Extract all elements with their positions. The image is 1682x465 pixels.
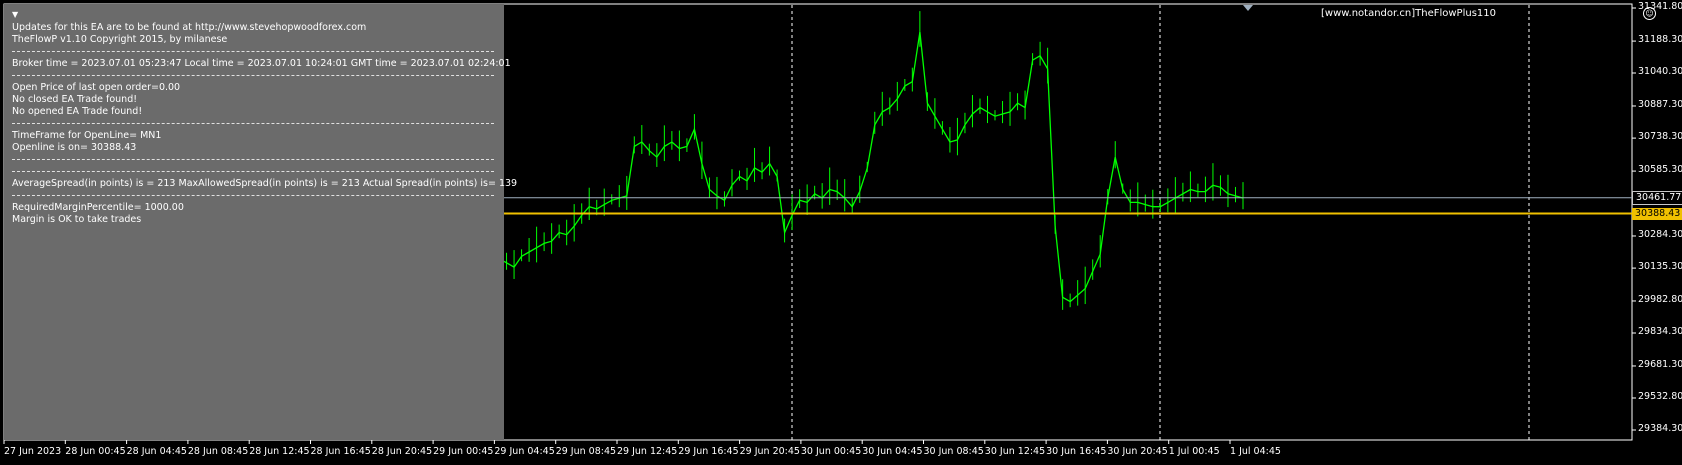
time-label: 28 Jun 12:45: [249, 446, 310, 457]
info-separator: [12, 171, 494, 172]
time-label: 1 Jul 04:45: [1230, 446, 1281, 457]
time-label: 27 Jun 2023: [4, 446, 62, 457]
chart-window[interactable]: ▼ Updates for this EA are to be found at…: [0, 0, 1682, 465]
time-label: 28 Jun 00:45: [65, 446, 126, 457]
time-label: 28 Jun 04:45: [126, 446, 187, 457]
price-label: 29681.30: [1638, 358, 1682, 370]
info-separator: [12, 75, 494, 76]
info-line-updates: Updates for this EA are to be found at h…: [12, 22, 367, 33]
time-label: 29 Jun 20:45: [739, 446, 800, 457]
price-label: 30135.30: [1638, 261, 1682, 273]
info-separator: [12, 123, 494, 124]
info-line-spread: AverageSpread(in points) is = 213 MaxAll…: [12, 178, 518, 189]
time-label: 30 Jun 00:45: [800, 446, 862, 457]
time-label: 29 Jun 08:45: [555, 446, 617, 457]
info-line-closed-trade: No closed EA Trade found!: [12, 94, 138, 105]
time-label: 30 Jun 20:45: [1107, 446, 1168, 457]
time-label: 28 Jun 20:45: [371, 446, 433, 457]
info-line-open-price: Open Price of last open order=0.00: [12, 82, 181, 93]
time-label: 29 Jun 12:45: [617, 446, 678, 457]
info-line-margin-ok: Margin is OK to take trades: [12, 214, 142, 225]
time-label: 1 Jul 00:45: [1168, 446, 1220, 457]
time-label: 29 Jun 00:45: [433, 446, 494, 457]
info-line-opened-trade: No opened EA Trade found!: [12, 106, 143, 117]
info-line-timeframe: TimeFrame for OpenLine= MN1: [12, 130, 162, 141]
time-label: 30 Jun 04:45: [862, 446, 923, 457]
time-label: 30 Jun 12:45: [984, 446, 1046, 457]
price-label: 29532.80: [1638, 390, 1682, 402]
bid-price-tag: 30461.77: [1632, 190, 1682, 205]
info-separator: [12, 51, 494, 52]
info-line-version: TheFlowP v1.10 Copyright 2015, by milane…: [12, 34, 228, 45]
collapse-arrow-icon[interactable]: ▼: [12, 10, 18, 19]
info-line-margin-percentile: RequiredMarginPercentile= 1000.00: [12, 202, 184, 213]
price-label: 29834.30: [1638, 325, 1682, 337]
info-line-times: Broker time = 2023.07.01 05:23:47 Local …: [12, 58, 511, 69]
price-label: 29982.80: [1638, 293, 1682, 305]
indicator-watermark: [www.notandor.cn]TheFlowPlus110: [1321, 8, 1496, 19]
info-line-openline: Openline is on= 30388.43: [12, 142, 137, 153]
openline-price-tag: 30388.43: [1632, 207, 1682, 220]
time-label: 28 Jun 08:45: [187, 446, 249, 457]
info-separator: [12, 195, 494, 196]
ea-info-panel: ▼ Updates for this EA are to be found at…: [4, 4, 517, 440]
shift-marker-icon: [1243, 5, 1253, 11]
price-series-line: [483, 32, 1244, 303]
time-label: 30 Jun 16:45: [1046, 446, 1107, 457]
price-label: 31040.30: [1638, 65, 1682, 77]
time-label: 29 Jun 16:45: [678, 446, 739, 457]
info-separator: [12, 159, 494, 160]
time-label: 29 Jun 04:45: [494, 446, 555, 457]
price-label: 31341.80: [1638, 1, 1682, 12]
time-label: 28 Jun 16:45: [310, 446, 371, 457]
price-label: 30887.30: [1638, 98, 1682, 110]
price-label: 30738.30: [1638, 131, 1682, 143]
price-label: 31188.30: [1638, 34, 1682, 46]
price-label: 30284.30: [1638, 228, 1682, 240]
time-label: 30 Jun 08:45: [923, 446, 984, 457]
price-label: 29384.30: [1638, 423, 1682, 434]
price-label: 30585.30: [1638, 164, 1682, 176]
